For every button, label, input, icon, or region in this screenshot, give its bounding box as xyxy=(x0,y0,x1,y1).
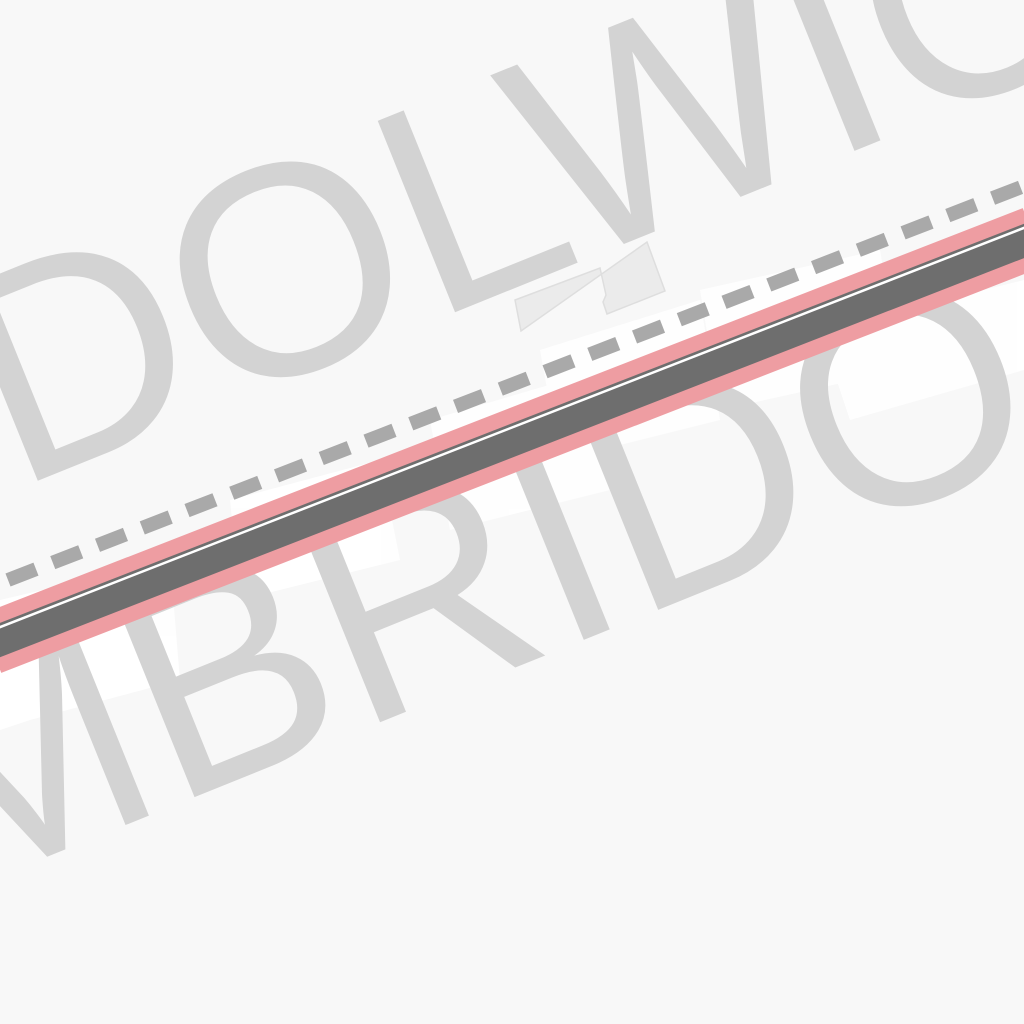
map-canvas[interactable]: DOLWIC MBRIDO xyxy=(0,0,1024,1024)
map-svg: DOLWIC MBRIDO xyxy=(0,0,1024,1024)
